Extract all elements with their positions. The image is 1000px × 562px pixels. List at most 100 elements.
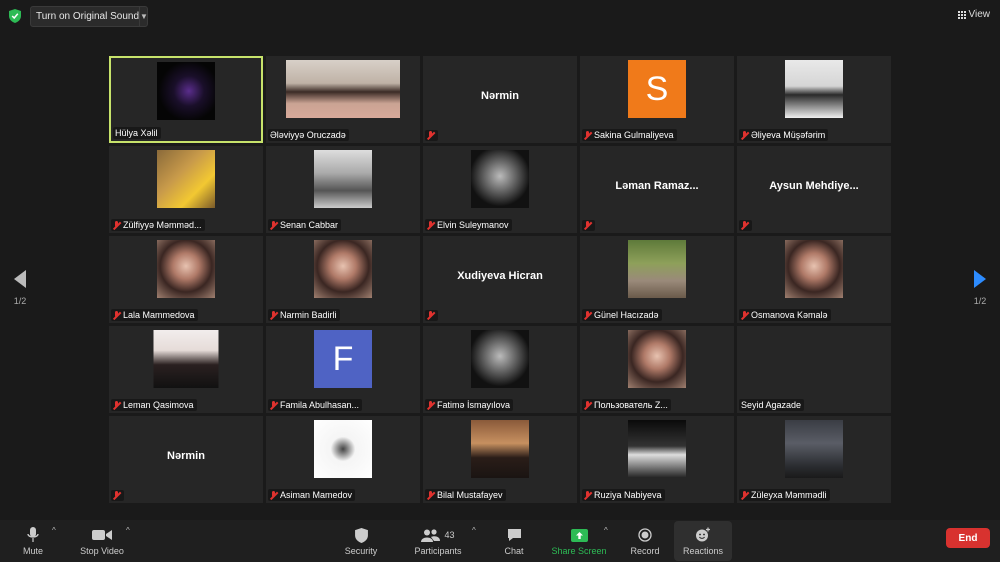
participant-tile[interactable]: Leman Qasimova <box>109 326 263 413</box>
participant-name: Leman Qasimova <box>123 400 194 410</box>
muted-mic-icon <box>113 220 121 230</box>
participant-tile[interactable]: Fatimə İsmayılova <box>423 326 577 413</box>
record-icon <box>628 524 662 546</box>
chevron-right-icon <box>974 270 986 288</box>
chat-bubble-icon <box>500 524 528 546</box>
participant-tile[interactable]: S Sakina Gulmaliyeva <box>580 56 734 143</box>
participant-tile[interactable]: Asiman Mamedov <box>266 416 420 503</box>
participant-name: Senan Cabbar <box>280 220 339 230</box>
view-label: View <box>968 9 991 20</box>
participants-options-caret-icon[interactable]: ^ <box>472 526 476 535</box>
participant-tile[interactable]: Nərmin <box>423 56 577 143</box>
participant-name: Ruziya Nabiyeva <box>594 490 662 500</box>
video-camera-icon <box>76 524 128 546</box>
share-screen-button[interactable]: Share Screen <box>550 524 608 556</box>
participants-icon: 43 <box>410 524 466 546</box>
original-sound-button[interactable]: Turn on Original Sound ▼ <box>30 6 148 27</box>
record-label: Record <box>630 546 660 556</box>
participant-tile[interactable]: Xudiyeva Hicran <box>423 236 577 323</box>
participant-video <box>471 150 529 208</box>
muted-mic-icon <box>741 310 749 320</box>
meeting-toolbar: Mute ^ Stop Video ^ Security 43 Particip… <box>0 520 1000 562</box>
prev-page-button[interactable]: 1/2 <box>8 270 32 306</box>
share-options-caret-icon[interactable]: ^ <box>604 526 608 535</box>
end-meeting-button[interactable]: End <box>946 528 990 548</box>
participant-name-bar: Əliyeva Müşəfərim <box>739 129 829 141</box>
participant-name: Elvin Suleymanov <box>437 220 509 230</box>
participant-tile[interactable]: F Famila Abulhasan... <box>266 326 420 413</box>
participant-name-bar: Пользователь Z... <box>582 399 671 411</box>
participant-tile[interactable]: Seyid Agazade <box>737 326 891 413</box>
record-button[interactable]: Record <box>628 524 662 556</box>
participant-name: Əliyeva Müşəfərim <box>751 130 826 140</box>
participant-name: Hülya Xəlil <box>115 128 158 138</box>
participant-tile[interactable]: Zülfiyyə Məmməd... <box>109 146 263 233</box>
participant-name-bar <box>425 130 438 141</box>
participant-video <box>286 60 400 118</box>
security-button[interactable]: Security <box>341 524 381 556</box>
muted-mic-icon <box>427 311 435 320</box>
end-label: End <box>958 532 978 544</box>
participant-name-bar: Züleyxa Məmmədli <box>739 489 830 501</box>
participant-name-bar: Seyid Agazade <box>739 399 805 411</box>
mute-options-caret-icon[interactable]: ^ <box>52 526 56 535</box>
security-shield-icon[interactable] <box>9 9 21 23</box>
participant-video <box>628 420 686 478</box>
participant-tile[interactable]: Senan Cabbar <box>266 146 420 233</box>
video-options-caret-icon[interactable]: ^ <box>126 526 130 535</box>
share-screen-icon <box>550 524 608 546</box>
participant-video <box>314 240 372 298</box>
participant-video <box>157 150 215 208</box>
participant-tile[interactable]: Ələviyyə Oruczadə <box>266 56 420 143</box>
stop-video-button[interactable]: Stop Video <box>76 524 128 556</box>
participant-name-bar: Osmanova Kəmalə <box>739 309 831 321</box>
next-page-button[interactable]: 1/2 <box>968 270 992 306</box>
original-sound-label: Turn on Original Sound <box>36 11 140 22</box>
participant-tile[interactable]: Ruziya Nabiyeva <box>580 416 734 503</box>
participant-tile[interactable]: Züleyxa Məmmədli <box>737 416 891 503</box>
participant-video <box>314 420 372 478</box>
participant-display-name: Nərmin <box>167 450 205 462</box>
participants-label: Participants <box>414 546 462 556</box>
participant-tile[interactable]: Elvin Suleymanov <box>423 146 577 233</box>
participant-name: Lala Mammedova <box>123 310 195 320</box>
participant-tile[interactable]: Lala Mammedova <box>109 236 263 323</box>
participant-tile[interactable]: Günel Hacızadə <box>580 236 734 323</box>
chevron-down-icon[interactable]: ▼ <box>139 7 148 26</box>
participant-name: Sakina Gulmaliyeva <box>594 130 674 140</box>
participant-name-bar: Sakina Gulmaliyeva <box>582 129 677 141</box>
participant-name-bar: Leman Qasimova <box>111 399 197 411</box>
participant-video <box>153 330 219 388</box>
muted-mic-icon <box>741 130 749 140</box>
participant-tile[interactable]: Nərmin <box>109 416 263 503</box>
participant-display-name: Ləman Ramaz... <box>615 180 699 192</box>
muted-mic-icon <box>427 400 435 410</box>
participant-name: Fatimə İsmayılova <box>437 400 511 410</box>
top-bar: Turn on Original Sound ▼ View <box>0 0 1000 32</box>
participant-tile[interactable]: Osmanova Kəmalə <box>737 236 891 323</box>
participant-tile[interactable]: Bilal Mustafayev <box>423 416 577 503</box>
participant-name-bar: Narmin Badirli <box>268 309 340 321</box>
participant-video <box>157 62 215 120</box>
participant-tile[interactable]: Hülya Xəlil <box>109 56 263 143</box>
grid-view-icon <box>957 10 966 19</box>
participant-name-bar: Ələviyyə Oruczadə <box>268 129 349 141</box>
mute-button[interactable]: Mute <box>20 524 46 556</box>
participant-name: Günel Hacızadə <box>594 310 659 320</box>
participant-tile[interactable]: Пользователь Z... <box>580 326 734 413</box>
muted-mic-icon <box>270 310 278 320</box>
participant-tile[interactable]: Ləman Ramaz... <box>580 146 734 233</box>
participant-name-bar: Asiman Mamedov <box>268 489 356 501</box>
participant-tile[interactable]: Narmin Badirli <box>266 236 420 323</box>
participant-video <box>471 420 529 478</box>
participant-video <box>471 330 529 388</box>
chat-button[interactable]: Chat <box>500 524 528 556</box>
participant-tile[interactable]: Əliyeva Müşəfərim <box>737 56 891 143</box>
participant-name-bar <box>425 310 438 321</box>
participant-tile[interactable]: Aysun Mehdiye... <box>737 146 891 233</box>
participant-name-bar: Lala Mammedova <box>111 309 198 321</box>
view-button[interactable]: View <box>957 9 991 20</box>
reactions-button[interactable]: Reactions <box>680 524 726 556</box>
participant-name-bar: Günel Hacızadə <box>582 309 662 321</box>
participants-button[interactable]: 43 Participants <box>410 524 466 556</box>
